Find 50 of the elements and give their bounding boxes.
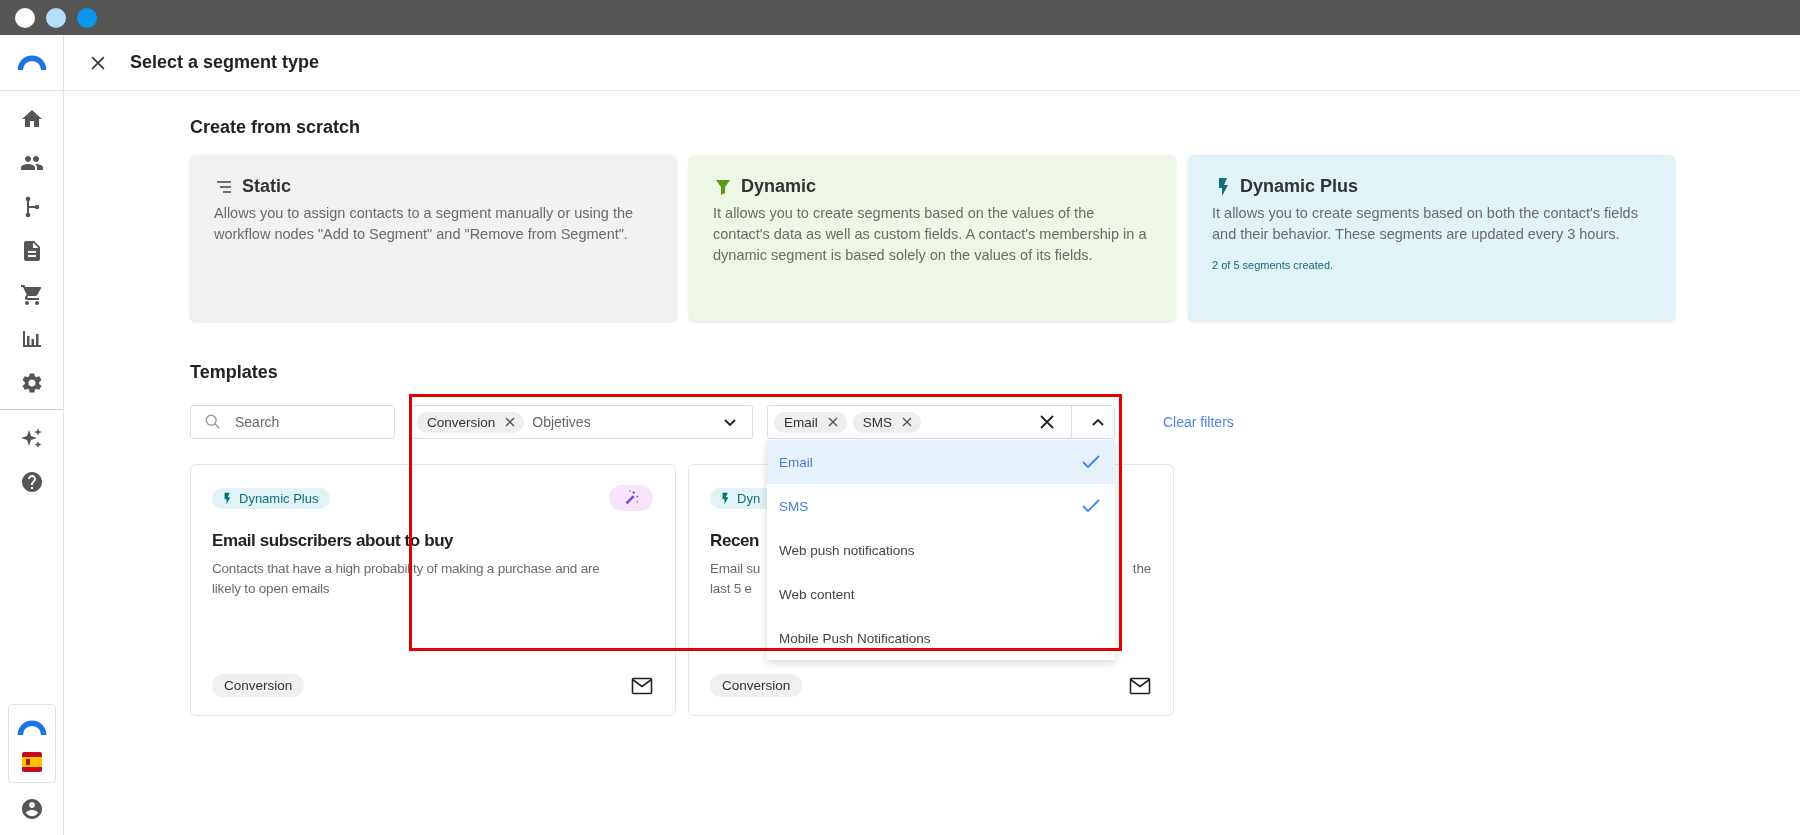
remove-icon[interactable] [901, 416, 914, 428]
remove-icon[interactable] [826, 416, 839, 428]
chip-label: Email [784, 414, 818, 430]
user-icon[interactable] [19, 797, 44, 821]
section-heading: Templates [190, 362, 279, 383]
logo-icon[interactable] [16, 54, 47, 71]
card-title: Static [242, 176, 292, 197]
dropdown-option[interactable]: SMS [767, 484, 1115, 528]
search-field[interactable]: Search [190, 405, 395, 439]
select-placeholder: Objetives [532, 414, 592, 430]
clear-icon[interactable] [1039, 414, 1055, 430]
template-title: Recen [710, 531, 760, 551]
mail-icon [631, 676, 653, 695]
card-title: Dynamic [741, 176, 817, 197]
card-description: It allows you to create segments based on both the contact's fields and their behavior. These segments are updated every 3 hours. [1212, 204, 1639, 244]
card-description: It allows you to create segments based on the values of the contact's data as well as custom fields. A contact's membership in a dynamic segment is based solely on the values of its fields. [713, 204, 1148, 265]
dropdown-option[interactable]: Email [767, 440, 1115, 484]
segment-type-card[interactable]: Dynamic It allows you to create segments based on the values of the contact's data as well as custom fields. A contact's membership in a dynamic segment is based solely on the values of its fields. [689, 155, 1176, 321]
channels-select[interactable]: Email SMS [767, 405, 1115, 439]
segment-type-card[interactable]: Dynamic Plus It allows you to create segments based on both the contact's fields and their behavior. These segments are updated every 3 hours. 2 of 5 segments created. [1188, 155, 1675, 321]
objectives-select[interactable]: Conversion Objetives [410, 405, 753, 439]
section-heading: Create from scratch [190, 117, 362, 138]
flag-icon[interactable] [20, 752, 43, 772]
objective-tag: Conversion [212, 674, 305, 697]
dropdown-option[interactable]: Web push notifications [767, 528, 1115, 572]
search-icon [204, 413, 222, 431]
clear-filters-link[interactable]: Clear filters [1163, 414, 1234, 430]
window-dot[interactable] [77, 7, 97, 28]
template-description: the [1132, 560, 1151, 578]
badge-label: Dyn [737, 490, 761, 506]
window-dot[interactable] [15, 7, 35, 28]
mail-icon [1129, 676, 1151, 695]
template-description: Email su [710, 560, 761, 578]
segment-count: 2 of 5 segments created. [1212, 259, 1335, 271]
help-icon[interactable] [19, 470, 44, 494]
chip-label: Conversion [427, 414, 496, 430]
card-title: Dynamic Plus [1240, 176, 1359, 197]
template-description: last 5 e [710, 580, 752, 598]
logo-icon[interactable] [16, 719, 47, 736]
dropdown-option[interactable]: Mobile Push Notifications [767, 616, 1115, 660]
card-description: Allows you to assign contacts to a segment manually or using the workflow nodes "Add to Segment" and "Remove from Segment". [214, 204, 635, 244]
window-dot[interactable] [46, 7, 66, 28]
segment-type-card[interactable]: Static Allows you to assign contacts to a segment manually or using the workflow nodes "Add to Segment" and "Remove from Segment". [190, 155, 677, 321]
objective-tag: Conversion [710, 674, 803, 697]
dropdown-option[interactable]: Web content [767, 572, 1115, 616]
badge-label: Dynamic Plus [239, 490, 319, 506]
chip-label: SMS [862, 414, 893, 430]
cart-icon[interactable] [19, 283, 44, 307]
page-title: Select a segment type [130, 52, 320, 73]
remove-icon[interactable] [504, 416, 517, 428]
